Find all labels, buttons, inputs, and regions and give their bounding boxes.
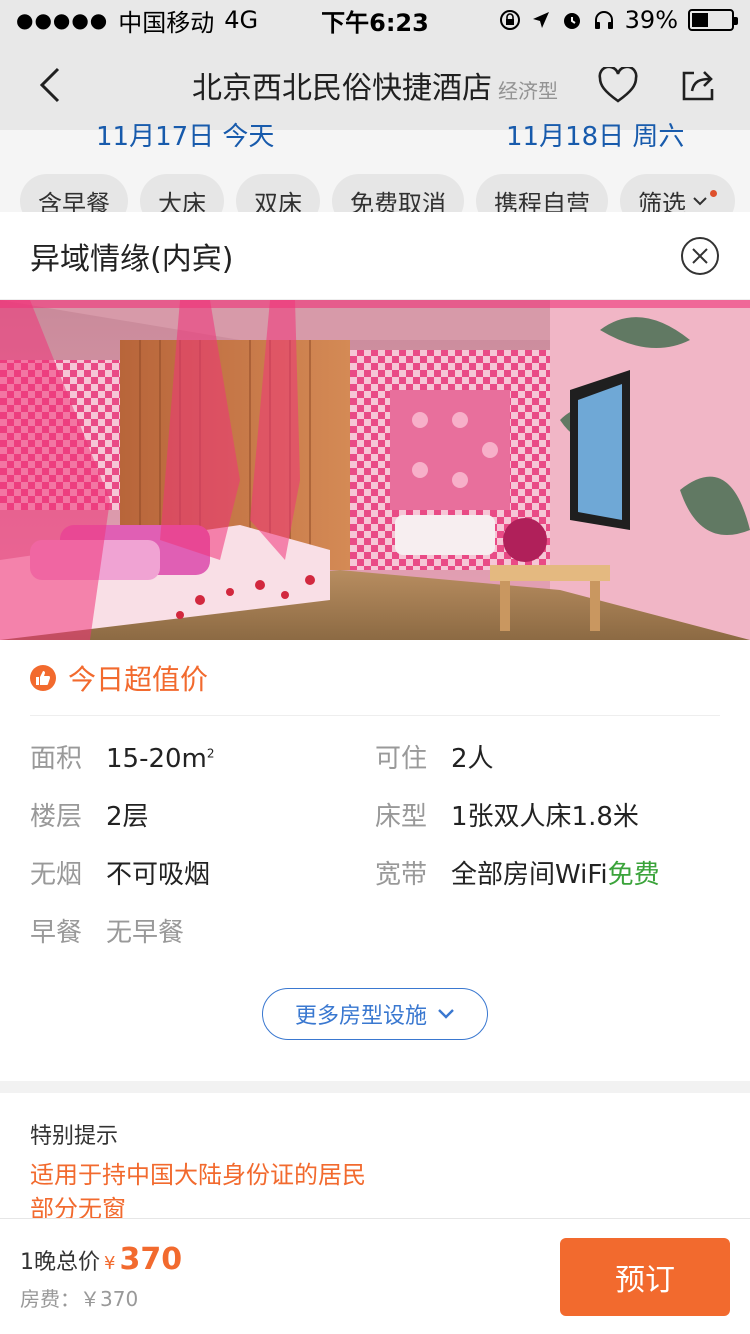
total-price: 370: [119, 1241, 183, 1277]
facility-value: 全部房间WiFi免费: [451, 854, 660, 891]
sheet-header: 异域情缘(内宾): [0, 212, 750, 300]
facility-occupancy: 可住 2人: [375, 738, 720, 774]
modal-backdrop[interactable]: [0, 0, 750, 212]
area-value: 15-20m: [106, 744, 207, 774]
facility-value: 15-20m2: [106, 744, 215, 774]
facility-value: 2人: [451, 744, 494, 774]
facility-area: 面积 15-20m2: [30, 738, 375, 774]
currency-symbol: ¥: [104, 1252, 116, 1274]
facility-value: 无早餐: [106, 918, 185, 948]
thumbs-up-icon: [30, 664, 56, 691]
close-icon: [681, 236, 719, 275]
room-photo[interactable]: [0, 300, 750, 640]
deal-row: 今日超值价: [30, 640, 720, 716]
chevron-down-icon: [438, 1009, 454, 1019]
facility-label: 床型: [375, 802, 428, 832]
booking-footer: 1晚总价 ¥ 370 房费：￥370 预订: [0, 1218, 750, 1334]
facility-label: 无烟: [30, 860, 83, 890]
price-block: 1晚总价 ¥ 370 房费：￥370: [20, 1242, 182, 1312]
more-facilities-label: 更多房型设施: [294, 1004, 427, 1029]
facility-label: 可住: [375, 744, 428, 774]
facility-label: 宽带: [375, 860, 428, 890]
facility-bed: 床型 1张双人床1.8米: [375, 796, 720, 832]
notice-title: 特别提示: [30, 1124, 119, 1149]
area-unit-superscript: 2: [206, 746, 215, 761]
notice-line: 适用于持中国大陆身份证的居民: [30, 1161, 366, 1189]
special-notice: 特别提示 适用于持中国大陆身份证的居民 部分无窗: [30, 1118, 720, 1226]
facility-broadband: 宽带 全部房间WiFi免费: [375, 854, 720, 890]
facility-value: 2层: [106, 802, 149, 832]
free-label: 免费: [607, 860, 660, 890]
book-button[interactable]: 预订: [560, 1237, 730, 1316]
facility-grid: 面积 15-20m2 可住 2人 楼层 2层 床型 1张双人床1.8米 无烟 不…: [0, 716, 750, 948]
facility-label: 楼层: [30, 802, 83, 832]
facility-value: 1张双人床1.8米: [451, 802, 639, 832]
room-name: 异域情缘(内宾): [30, 241, 234, 277]
section-divider: [0, 1081, 750, 1093]
room-fee: 房费：￥370: [20, 1286, 139, 1311]
total-price-label: 1晚总价: [20, 1249, 100, 1275]
facility-value: 不可吸烟: [106, 860, 211, 890]
facility-label: 面积: [30, 744, 83, 774]
close-button[interactable]: [680, 236, 720, 276]
facility-floor: 楼层 2层: [30, 796, 375, 832]
facility-breakfast: 早餐 无早餐: [30, 912, 375, 948]
more-facilities-button[interactable]: 更多房型设施: [262, 988, 488, 1040]
room-detail-sheet: 异域情缘(内宾) 今日超值价 面积 15-20m2 可住 2人 楼层 2层 床型…: [0, 212, 750, 1334]
facility-smoking: 无烟 不可吸烟: [30, 854, 375, 890]
facility-label: 早餐: [30, 918, 83, 948]
broadband-value: 全部房间WiFi: [451, 860, 608, 890]
deal-label: 今日超值价: [68, 662, 209, 696]
